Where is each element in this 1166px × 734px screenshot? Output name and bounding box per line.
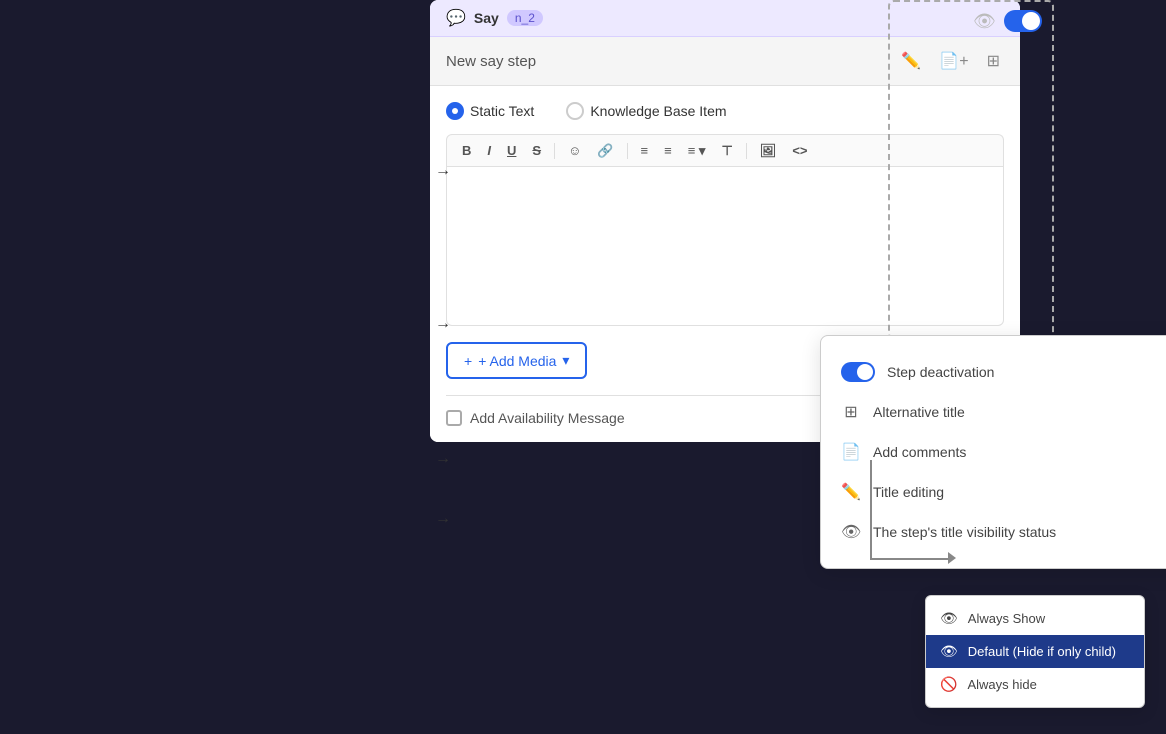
bold-button[interactable]: B: [457, 141, 476, 160]
visibility-menu-icon: 👁: [841, 522, 861, 542]
step-title: New say step: [446, 53, 536, 70]
radio-knowledge-base[interactable]: Knowledge Base Item: [566, 102, 726, 120]
add-media-chevron: ▾: [562, 352, 569, 369]
main-toggle[interactable]: [1004, 10, 1042, 32]
sub-item-always-show[interactable]: 👁 Always Show: [926, 602, 1144, 635]
title-edit-icon: ✏️: [841, 482, 861, 502]
menu-item-visibility[interactable]: 👁 The step's title visibility status: [821, 512, 1166, 552]
connector-line-horizontal: [870, 558, 950, 560]
menu-item-deactivation[interactable]: Step deactivation: [821, 352, 1166, 392]
connector-arrow: [948, 552, 956, 564]
right-panel-area: 👁: [888, 0, 1054, 340]
indent-button[interactable]: ⊤: [716, 141, 737, 160]
add-media-button[interactable]: + + Add Media ▾: [446, 342, 587, 379]
always-show-label: Always Show: [968, 611, 1045, 626]
default-hide-label: Default (Hide if only child): [968, 644, 1116, 659]
always-hide-label: Always hide: [967, 677, 1036, 692]
radio-label-static: Static Text: [470, 103, 534, 119]
add-media-label: + Add Media: [478, 353, 556, 369]
menu-item-add-comments[interactable]: 📄 Add comments: [821, 432, 1166, 472]
alt-title-icon: ⊞: [841, 402, 861, 422]
deactivation-label: Step deactivation: [887, 364, 994, 380]
ul-button[interactable]: ≡: [636, 141, 654, 160]
code-button[interactable]: <>: [787, 141, 812, 160]
add-comments-icon: 📄: [841, 442, 861, 462]
step-badge: n_2: [507, 10, 543, 26]
sub-item-default-hide[interactable]: 👁 Default (Hide if only child): [926, 635, 1144, 668]
toolbar-divider-2: [627, 143, 628, 159]
always-show-icon: 👁: [940, 610, 958, 627]
add-media-icon: +: [464, 353, 472, 369]
deactivation-toggle[interactable]: [841, 362, 875, 382]
sub-item-always-hide[interactable]: 🚫 Always hide: [926, 668, 1144, 701]
default-hide-icon: 👁: [940, 643, 958, 660]
radio-circle-static: [446, 102, 464, 120]
arrow-3: →: [435, 450, 451, 468]
underline-button[interactable]: U: [502, 141, 521, 160]
alt-title-label: Alternative title: [873, 404, 965, 420]
arrow-4: →: [435, 510, 451, 528]
arrow-2: →: [435, 315, 451, 333]
emoji-button[interactable]: ☺: [563, 141, 586, 160]
step-header-left: 💬 Say n_2: [446, 8, 543, 28]
toolbar-divider-1: [554, 143, 555, 159]
add-comments-label: Add comments: [873, 444, 966, 460]
italic-button[interactable]: I: [482, 141, 496, 160]
availability-checkbox[interactable]: [446, 410, 462, 426]
radio-static-text[interactable]: Static Text: [446, 102, 534, 120]
strikethrough-button[interactable]: S: [527, 141, 546, 160]
title-edit-label: Title editing: [873, 484, 944, 500]
menu-item-title-editing[interactable]: ✏️ Title editing: [821, 472, 1166, 512]
step-label: Say: [474, 10, 499, 26]
image-button[interactable]: 🖼: [755, 141, 782, 160]
top-right-icons: 👁: [973, 10, 1042, 32]
availability-label: Add Availability Message: [470, 410, 625, 426]
connector-line-vertical: [870, 460, 872, 560]
visibility-menu-label: The step's title visibility status: [873, 524, 1056, 540]
align-button[interactable]: ≡ ▾: [683, 141, 711, 160]
menu-item-alt-title[interactable]: ⊞ Alternative title: [821, 392, 1166, 432]
say-icon: 💬: [446, 8, 466, 28]
ol-button[interactable]: ≡: [659, 141, 677, 160]
toolbar-divider-3: [746, 143, 747, 159]
always-hide-icon: 🚫: [940, 676, 957, 693]
arrow-1: →: [435, 162, 451, 180]
sub-dropdown-visibility: 👁 Always Show 👁 Default (Hide if only ch…: [925, 595, 1145, 708]
toggle-thumb: [1022, 12, 1040, 30]
visibility-icon: 👁: [973, 11, 996, 32]
radio-circle-kb: [566, 102, 584, 120]
link-button[interactable]: 🔗: [592, 141, 618, 160]
radio-label-kb: Knowledge Base Item: [590, 103, 726, 119]
toggle-small-thumb: [857, 364, 873, 380]
